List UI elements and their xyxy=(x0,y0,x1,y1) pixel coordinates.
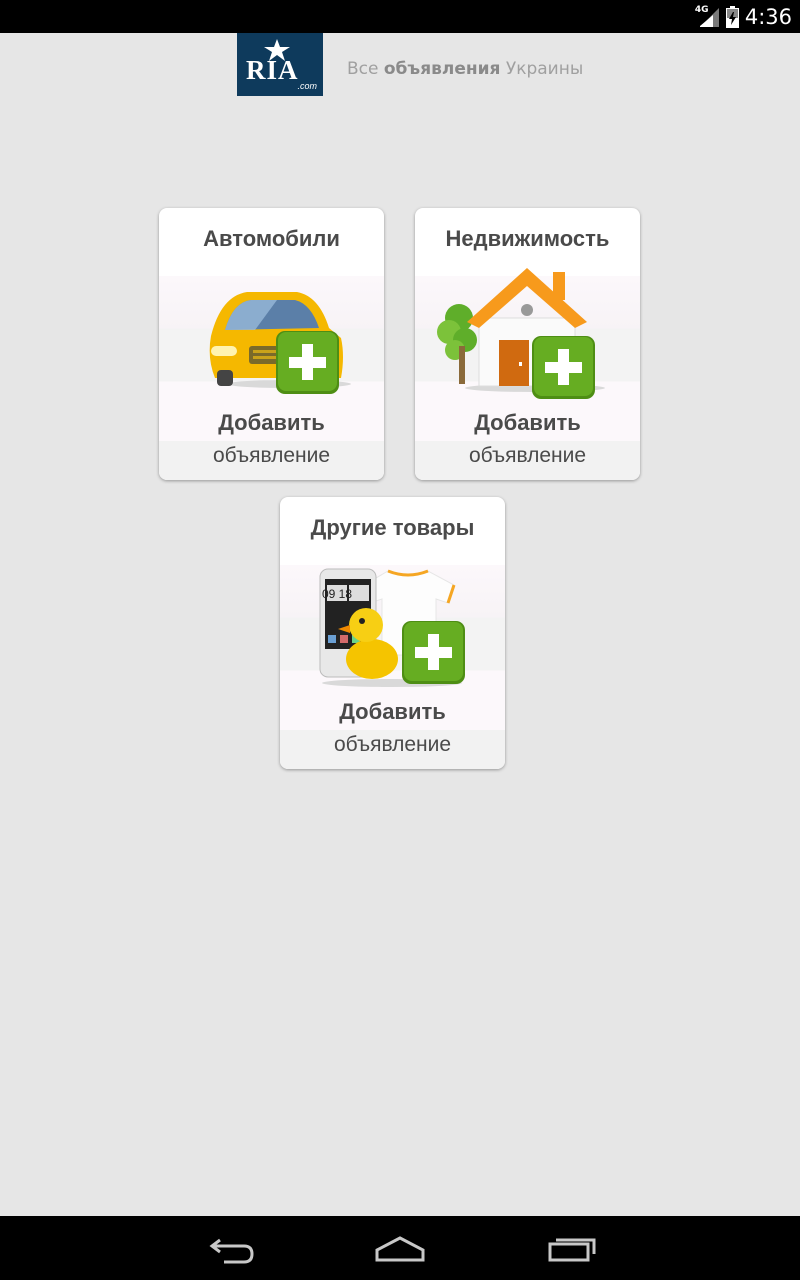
home-button[interactable] xyxy=(370,1230,430,1266)
recents-icon xyxy=(548,1238,596,1262)
goods-add-icon: 09 18 xyxy=(319,568,465,687)
battery-charging-icon xyxy=(725,5,739,28)
tagline-suffix: Украины xyxy=(500,59,584,79)
add-listing-label: Добавить xyxy=(218,410,325,435)
recents-button[interactable] xyxy=(542,1230,602,1266)
ria-logo[interactable]: RIA .com xyxy=(237,33,323,96)
add-listing-sublabel: объявление xyxy=(468,444,587,467)
back-icon xyxy=(209,1238,254,1264)
tagline: Все объявления Украины xyxy=(347,59,583,79)
car-add-icon xyxy=(209,292,351,394)
network-type: 4G xyxy=(694,4,709,15)
status-time: 4:36 xyxy=(744,4,792,29)
signal-icon: 4G xyxy=(694,4,720,27)
logo-domain: .com xyxy=(297,81,317,91)
house-add-icon xyxy=(437,268,605,399)
card-title: Недвижимость xyxy=(445,226,610,251)
category-card-goods[interactable]: Другие товары 09 18 Добавить объявление xyxy=(280,497,505,769)
phone-clock: 09 18 xyxy=(322,587,352,601)
add-listing-sublabel: объявление xyxy=(212,444,331,467)
app-header: RIA .com Все объявления Украины xyxy=(0,33,800,97)
add-listing-label: Добавить xyxy=(339,699,446,724)
add-listing-sublabel: объявление xyxy=(333,733,452,756)
card-title: Другие товары xyxy=(310,515,475,540)
logo-text: RIA xyxy=(246,55,299,85)
tagline-bold: объявления xyxy=(383,59,501,79)
system-nav-bar xyxy=(0,1216,800,1280)
tagline-prefix: Все xyxy=(347,59,384,79)
add-listing-label: Добавить xyxy=(474,410,581,435)
category-card-realty[interactable]: Недвижимость Добавить объявление xyxy=(415,208,640,480)
status-icons: 4G 4:36 xyxy=(694,0,792,33)
card-title: Автомобили xyxy=(203,226,340,251)
category-card-cars[interactable]: Автомобили Добавить объявление xyxy=(159,208,384,480)
home-icon xyxy=(375,1236,425,1262)
status-bar: 4G 4:36 xyxy=(0,0,800,33)
back-button[interactable] xyxy=(200,1230,260,1266)
